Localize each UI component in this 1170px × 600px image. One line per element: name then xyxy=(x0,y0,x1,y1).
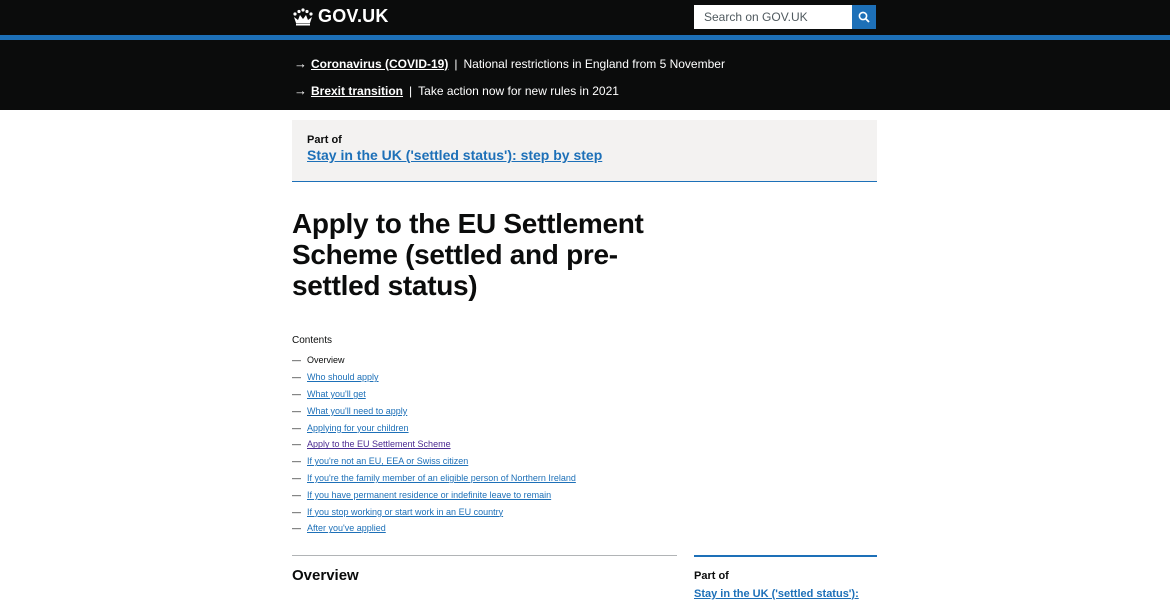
dash: — xyxy=(292,439,301,450)
dash: — xyxy=(292,355,301,366)
crown-icon xyxy=(293,7,313,25)
contents-link[interactable]: After you've applied xyxy=(307,523,386,533)
dash: — xyxy=(292,523,301,534)
sidebar-divider xyxy=(694,555,877,557)
arrow-right-icon: → xyxy=(294,56,307,71)
contents-item-permanent-residence: — If you have permanent residence or ind… xyxy=(292,486,576,503)
overview-heading: Overview xyxy=(292,567,359,584)
search-icon xyxy=(858,11,870,23)
govuk-logo-link[interactable]: GOV.UK xyxy=(292,6,389,27)
notice-brexit: → Brexit transition | Take action now fo… xyxy=(294,77,1170,104)
contents-heading: Contents xyxy=(292,335,333,346)
contents-item-label: Overview xyxy=(307,355,345,366)
contents-item-northern-ireland: — If you're the family member of an elig… xyxy=(292,470,576,487)
sidebar-step-by-step-link[interactable]: Stay in the UK ('settled status'): xyxy=(694,588,859,600)
contents-item-stop-working: — If you stop working or start work in a… xyxy=(292,503,576,520)
step-by-step-link[interactable]: Stay in the UK ('settled status'): step … xyxy=(307,147,862,163)
part-of-label: Part of xyxy=(307,134,342,146)
dash: — xyxy=(292,388,301,399)
contents-item-apply-to-scheme: — Apply to the EU Settlement Scheme xyxy=(292,436,576,453)
contents-link[interactable]: What you'll need to apply xyxy=(307,406,407,416)
dash: — xyxy=(292,456,301,467)
contents-link[interactable]: If you're the family member of an eligib… xyxy=(307,473,576,483)
contents-item-overview: — Overview xyxy=(292,352,576,369)
contents-item-what-youll-get: — What you'll get xyxy=(292,386,576,403)
notice-covid-link[interactable]: Coronavirus (COVID-19) xyxy=(311,57,448,71)
notices-banner: → Coronavirus (COVID-19) | National rest… xyxy=(0,40,1170,110)
dash: — xyxy=(292,506,301,517)
contents-item-what-youll-need: — What you'll need to apply xyxy=(292,402,576,419)
search-button[interactable] xyxy=(852,5,876,29)
dash: — xyxy=(292,422,301,433)
contents-link[interactable]: Who should apply xyxy=(307,372,379,382)
contents-link[interactable]: Apply to the EU Settlement Scheme xyxy=(307,439,451,449)
contents-item-after-applied: — After you've applied xyxy=(292,520,576,537)
contents-item-who-should-apply: — Who should apply xyxy=(292,369,576,386)
notice-separator: | xyxy=(454,56,458,71)
contents-list: — Overview — Who should apply — What you… xyxy=(292,352,576,537)
contents-item-applying-for-children: — Applying for your children xyxy=(292,419,576,436)
contents-link[interactable]: Applying for your children xyxy=(307,423,409,433)
site-header: GOV.UK xyxy=(0,0,1170,35)
contents-link[interactable]: If you have permanent residence or indef… xyxy=(307,490,551,500)
dash: — xyxy=(292,489,301,500)
dash: — xyxy=(292,472,301,483)
step-nav-header: Part of Stay in the UK ('settled status'… xyxy=(292,120,877,182)
contents-link[interactable]: If you're not an EU, EEA or Swiss citize… xyxy=(307,456,468,466)
search-input[interactable] xyxy=(694,5,852,29)
contents-item-not-eu-citizen: — If you're not an EU, EEA or Swiss citi… xyxy=(292,453,576,470)
contents-nav: Contents — Overview — Who should apply —… xyxy=(292,335,576,537)
notice-separator: | xyxy=(409,83,413,98)
notice-covid: → Coronavirus (COVID-19) | National rest… xyxy=(294,50,1170,77)
arrow-right-icon: → xyxy=(294,83,307,98)
page-title: Apply to the EU Settlement Scheme (settl… xyxy=(292,208,644,301)
contents-link[interactable]: If you stop working or start work in an … xyxy=(307,507,503,517)
logo-text: GOV.UK xyxy=(318,6,389,26)
contents-link[interactable]: What you'll get xyxy=(307,389,366,399)
notice-brexit-description: Take action now for new rules in 2021 xyxy=(418,83,619,98)
sidebar-part-of-label: Part of xyxy=(694,570,729,582)
section-divider xyxy=(292,555,677,556)
dash: — xyxy=(292,405,301,416)
notice-covid-description: National restrictions in England from 5 … xyxy=(463,56,725,71)
notice-brexit-link[interactable]: Brexit transition xyxy=(311,84,403,98)
dash: — xyxy=(292,372,301,383)
search-form xyxy=(694,5,876,29)
